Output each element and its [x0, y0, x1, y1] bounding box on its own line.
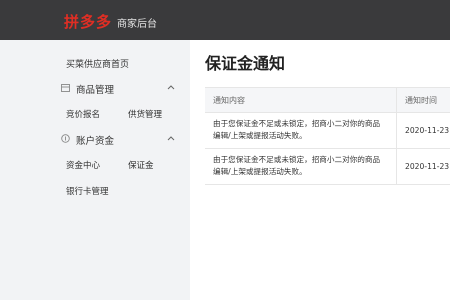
- notification-text-line: 编辑/上架或提报活动失败。: [213, 167, 307, 176]
- notification-table: 通知内容 通知时间 由于您保证金不足或未锁定，招商小二对你的商品 编辑/上架或提…: [205, 87, 450, 185]
- notification-text-line: 由于您保证金不足或未锁定，招商小二对你的商品: [213, 119, 381, 128]
- sidebar-section-goods-management[interactable]: 商品管理: [76, 82, 114, 96]
- table-header: 通知内容 通知时间: [205, 88, 450, 113]
- sidebar-item-deposit[interactable]: 保证金: [128, 159, 154, 171]
- notification-content: 由于您保证金不足或未锁定，招商小二对你的商品 编辑/上架或提报活动失败。: [205, 113, 396, 148]
- column-header-content: 通知内容: [213, 95, 245, 105]
- sidebar-item-fund-center[interactable]: 资金中心: [66, 159, 100, 171]
- notification-text-line: 编辑/上架或提报活动失败。: [213, 131, 307, 140]
- page-title: 保证金通知: [205, 54, 286, 73]
- sidebar-section-account-funds[interactable]: 账户资金: [76, 133, 114, 147]
- notification-time: 2020-11-23: [396, 113, 450, 148]
- merchant-backend-label: 商家后台: [117, 19, 157, 30]
- pinduoduo-logo[interactable]: 拼多多: [64, 11, 112, 32]
- sidebar-item-supply-management[interactable]: 供货管理: [128, 108, 162, 120]
- top-bar: 拼多多 商家后台: [0, 0, 450, 40]
- notification-content: 由于您保证金不足或未锁定，招商小二对你的商品 编辑/上架或提报活动失败。: [205, 149, 396, 184]
- sidebar-item-bidding-signup[interactable]: 竞价报名: [66, 108, 100, 120]
- chevron-up-icon[interactable]: [166, 133, 176, 143]
- box-icon: [60, 82, 70, 92]
- coin-icon: [60, 133, 70, 143]
- notification-time: 2020-11-23: [396, 149, 450, 184]
- table-row: 由于您保证金不足或未锁定，招商小二对你的商品 编辑/上架或提报活动失败。 202…: [205, 149, 450, 185]
- sidebar-item-bank-card-management[interactable]: 银行卡管理: [66, 185, 109, 197]
- sidebar-item-home[interactable]: 买菜供应商首页: [66, 57, 129, 70]
- table-row: 由于您保证金不足或未锁定，招商小二对你的商品 编辑/上架或提报活动失败。 202…: [205, 113, 450, 149]
- notification-text-line: 由于您保证金不足或未锁定，招商小二对你的商品: [213, 155, 381, 164]
- chevron-up-icon[interactable]: [166, 82, 176, 92]
- column-header-time: 通知时间: [396, 88, 450, 112]
